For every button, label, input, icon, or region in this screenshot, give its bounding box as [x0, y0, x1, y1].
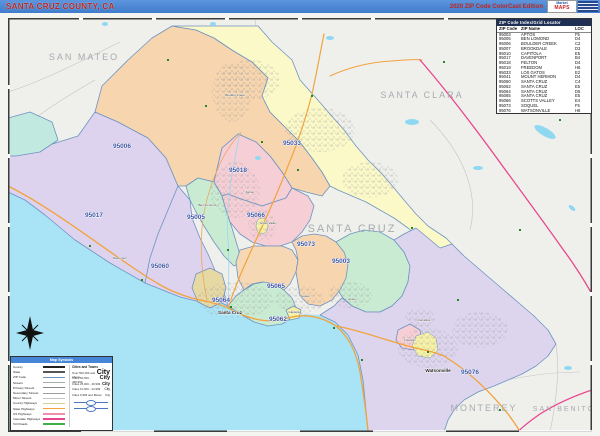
- publisher-logo: Market MAPS: [547, 0, 577, 13]
- county-hwy-sample: [43, 403, 65, 404]
- legend-line-samples: County State ZIP Code Streets Primary St…: [13, 365, 69, 427]
- legend-label: County: [13, 365, 43, 369]
- town-label-boulder-creek: Boulder Creek: [225, 93, 245, 97]
- town-label-soquel: Soquel: [300, 294, 310, 298]
- secondary-streets-sample: [43, 393, 65, 394]
- city-size-label: Cities 10,000 - 24,999: [72, 387, 100, 391]
- town-label-felton: Felton: [246, 190, 255, 194]
- edition-label: 2020 ZIP Code ColorCast Edition: [450, 4, 543, 10]
- zip-label-95066: 95066: [247, 212, 265, 219]
- zip-label-95006: 95006: [113, 143, 131, 150]
- zip-index-row: 95076WATSONVILLEH6: [497, 109, 591, 114]
- zip-label-95065: 95065: [267, 283, 285, 290]
- city-label-santa-cruz: Santa Cruz: [218, 310, 243, 315]
- county-label-santa-clara: SANTA CLARA: [380, 90, 463, 100]
- highway-shield-symbol: [72, 406, 110, 411]
- legend-body: County State ZIP Code Streets Primary St…: [11, 363, 112, 428]
- legend-label: Primary Streets: [13, 386, 43, 390]
- map-page: { "title_bar": { "left": "SANTA CRUZ COU…: [0, 0, 600, 436]
- legend-label: State: [13, 370, 43, 374]
- zip-index-table: ZIP Code Index/Grid Locator ZIP Code ZIP…: [496, 18, 592, 114]
- county-line-sample: [43, 366, 65, 368]
- col-zip-name: ZIP Name: [521, 26, 575, 32]
- us-hwy-sample: [43, 413, 65, 415]
- legend-item: Toll Roads: [13, 422, 69, 427]
- cell: 95076: [499, 109, 521, 114]
- map-legend-box: Map Symbols County State ZIP Code Street…: [10, 356, 113, 431]
- city-size-row: Cities 9,999 and BelowCity: [72, 393, 110, 399]
- legend-label: Minor Streets: [13, 396, 43, 400]
- col-zip-code: ZIP Code: [499, 26, 521, 32]
- city-size-sample: City: [105, 393, 110, 397]
- zip-label-95017: 95017: [85, 212, 103, 219]
- legend-label: Secondary Streets: [13, 391, 43, 395]
- zip-label-95018: 95018: [229, 167, 247, 174]
- town-label-scotts-valley: Scotts Valley: [259, 221, 277, 225]
- city-label-watsonville: Watsonville: [425, 368, 451, 373]
- town-label-corralitos: Corralitos: [418, 318, 431, 322]
- county-label-san-benito: SAN BENITO: [533, 406, 592, 413]
- zip-label-95033: 95033: [283, 140, 301, 147]
- state-line-sample: [43, 371, 65, 373]
- minor-streets-sample: [43, 398, 65, 399]
- county-label-santa-cruz: SANTA CRUZ: [308, 223, 397, 235]
- city-size-sample: City: [102, 381, 110, 386]
- zip-label-95005: 95005: [187, 214, 205, 221]
- highway-shield-symbol: [72, 400, 110, 405]
- logo-side-badge: [578, 1, 598, 12]
- city-size-sample: City: [105, 387, 111, 391]
- zip-label-95076: 95076: [461, 369, 479, 376]
- legend-city-sizes: Cities and Towns Over 500,000 and AboveC…: [69, 365, 110, 427]
- city-size-sample: City: [100, 375, 110, 381]
- state-hwy-sample: [43, 408, 65, 410]
- city-size-label: Cities 9,999 and Below: [72, 393, 102, 397]
- primary-streets-sample: [43, 387, 65, 388]
- toll-roads-sample: [43, 423, 65, 425]
- zip-label-95073: 95073: [297, 241, 315, 248]
- map-title: SANTA CRUZ COUNTY, CA: [6, 2, 115, 11]
- streets-sample: [43, 382, 65, 383]
- cell: WATSONVILLE: [521, 109, 575, 114]
- county-label-monterey: MONTEREY: [450, 403, 517, 413]
- legend-label: State Highways: [13, 407, 43, 411]
- cell: H6: [575, 109, 589, 114]
- town-label-capitola: Capitola: [288, 310, 299, 314]
- town-label-ben-lomond: Ben Lomond: [198, 203, 215, 207]
- zip-index-title: ZIP Code Index/Grid Locator: [497, 19, 591, 26]
- logo-word-bottom: MAPS: [554, 6, 569, 11]
- title-bar: SANTA CRUZ COUNTY, CA 2020 ZIP Code Colo…: [0, 0, 600, 13]
- legend-label: US Highways: [13, 412, 43, 416]
- legend-label: ZIP Code: [13, 375, 43, 379]
- zip-label-95062: 95062: [269, 316, 287, 323]
- zip-label-95060: 95060: [151, 263, 169, 270]
- town-label-aptos: Aptos: [348, 297, 356, 301]
- county-label-san-mateo: SAN MATEO: [49, 52, 119, 62]
- legend-label: Toll Roads: [13, 422, 43, 426]
- town-label-freedom: Freedom: [404, 338, 417, 342]
- city-size-label: Cities 25,000 - 49,999: [72, 382, 100, 386]
- town-label-davenport: Davenport: [113, 256, 127, 260]
- legend-label: County Highways: [13, 401, 43, 405]
- legend-label: Interstate Highways: [13, 417, 43, 421]
- interstate-sample: [43, 418, 65, 420]
- zip-label-95064: 95064: [212, 297, 230, 304]
- zip-line-sample: [43, 377, 65, 378]
- col-loc: LOC: [575, 26, 589, 32]
- zip-label-95003: 95003: [332, 258, 350, 265]
- legend-label: Streets: [13, 381, 43, 385]
